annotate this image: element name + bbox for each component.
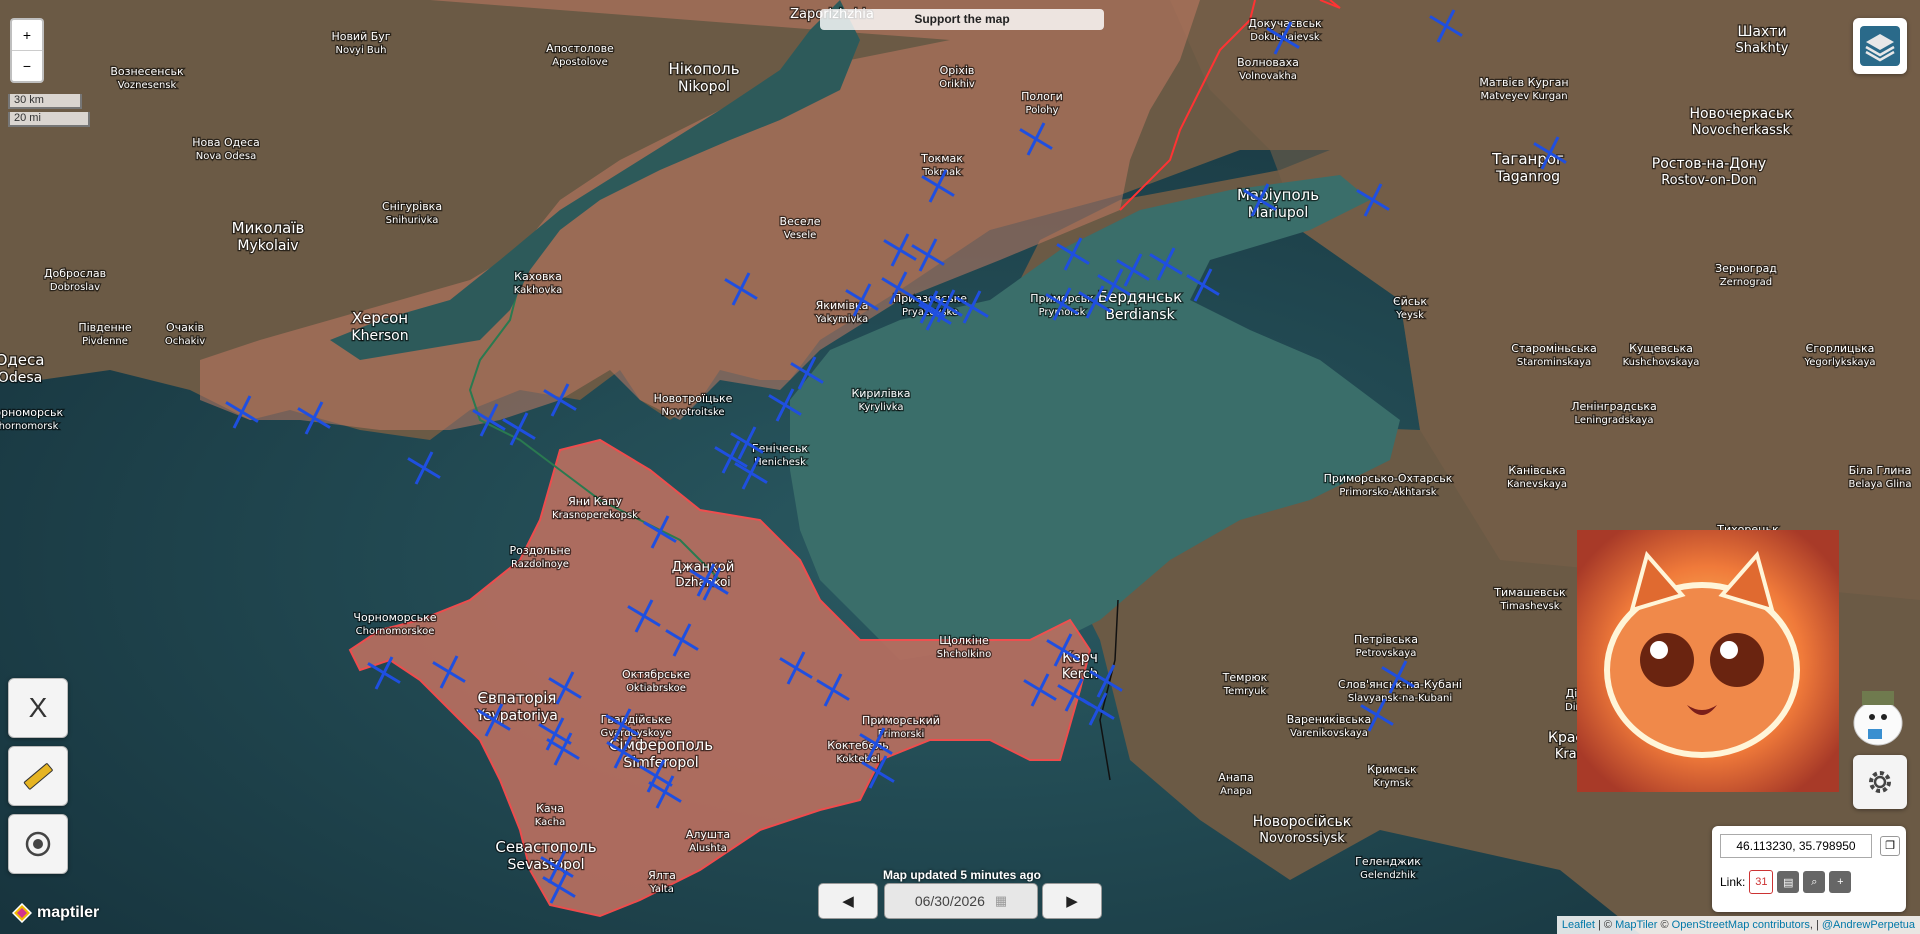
coordinates-input[interactable] bbox=[1720, 834, 1872, 858]
attribution-maptiler-link[interactable]: MapTiler bbox=[1615, 919, 1657, 931]
attribution-sep-3: , | bbox=[1809, 919, 1822, 931]
map-updated-text: Map updated 5 minutes ago bbox=[882, 868, 1041, 882]
x-button[interactable]: X bbox=[8, 678, 68, 738]
arrow-right-icon: ▶ bbox=[1066, 893, 1078, 910]
place-label-mykolaiv: Миколаїв Mykolaiv bbox=[232, 219, 305, 254]
copy-coordinates-button[interactable]: ❐ bbox=[1880, 836, 1900, 856]
prev-date-button[interactable]: ◀ bbox=[818, 883, 878, 919]
place-label-sevastopol: Севастополь Sevastopol bbox=[495, 838, 596, 873]
crosshair-link-button[interactable]: + bbox=[1829, 871, 1852, 893]
clipboard-icon: ❐ bbox=[1885, 840, 1895, 852]
mascot-icon bbox=[1853, 691, 1903, 746]
place-label-nikopol: Нікополь Nikopol bbox=[668, 60, 739, 95]
x-icon: X bbox=[28, 692, 48, 723]
next-date-button[interactable]: ▶ bbox=[1042, 883, 1102, 919]
map-canvas[interactable]: ZaporizhzhiaДокучаєвськDokuchaievskВолно… bbox=[0, 0, 1920, 934]
zoom-control: + − bbox=[10, 18, 44, 83]
crosshair-icon: + bbox=[1837, 876, 1844, 888]
gear-icon bbox=[1869, 771, 1891, 793]
map-icon: ▤ bbox=[1783, 876, 1794, 889]
locate-button[interactable] bbox=[8, 814, 68, 874]
calendar-link-button[interactable]: 31 bbox=[1749, 870, 1774, 894]
place-label-mariupol: Маріуполь Mariupol bbox=[1237, 186, 1319, 221]
link-row: Link: 31 ▤ ⌕ + bbox=[1720, 870, 1852, 894]
layers-icon bbox=[1860, 26, 1900, 66]
place-label-yevpatoria: Євпаторія Yevpatoriya bbox=[475, 689, 558, 724]
zoom-out-button[interactable]: − bbox=[12, 50, 42, 81]
attribution-leaflet-link[interactable]: Leaflet bbox=[1562, 919, 1595, 931]
calendar-icon-small: ▦ bbox=[994, 893, 1008, 908]
locate-icon bbox=[25, 831, 51, 857]
maptiler-logo-text: maptiler bbox=[37, 904, 100, 921]
attribution-osm-link[interactable]: OpenStreetMap contributors bbox=[1672, 919, 1810, 931]
place-label-kherson: Херсон Kherson bbox=[351, 309, 408, 344]
link-label: Link: bbox=[1720, 875, 1746, 889]
attribution-sep-1: | © bbox=[1594, 919, 1616, 931]
layers-button[interactable] bbox=[1853, 18, 1907, 74]
date-picker[interactable]: 06/30/2026 ▦ bbox=[884, 883, 1038, 919]
scale-km: 30 km bbox=[8, 94, 82, 109]
settings-button[interactable] bbox=[1853, 755, 1907, 809]
ruler-icon bbox=[23, 763, 53, 790]
maptiler-logo: maptiler bbox=[12, 903, 99, 923]
cat-avatar-image bbox=[1577, 530, 1839, 792]
magnifier-icon: ⌕ bbox=[1811, 875, 1818, 888]
scale-mi: 20 mi bbox=[8, 112, 90, 127]
zoom-link-button[interactable]: ⌕ bbox=[1803, 871, 1826, 893]
attribution-sep-2: © bbox=[1657, 919, 1672, 931]
attribution-author-link[interactable]: @AndrewPerpetua bbox=[1822, 919, 1915, 931]
calendar-icon: 31 bbox=[1755, 876, 1768, 888]
coordinates-panel: ❐ Link: 31 ▤ ⌕ + bbox=[1712, 826, 1906, 912]
support-map-button[interactable]: Support the map bbox=[820, 9, 1104, 30]
ruler-button[interactable] bbox=[8, 746, 68, 806]
place-label-odesa: Одеса Odesa bbox=[0, 351, 44, 386]
date-value: 06/30/2026 bbox=[914, 893, 985, 909]
attribution: Leaflet | © MapTiler © OpenStreetMap con… bbox=[1556, 916, 1920, 934]
zoom-in-button[interactable]: + bbox=[12, 20, 42, 50]
map-link-button[interactable]: ▤ bbox=[1777, 871, 1800, 893]
arrow-left-icon: ◀ bbox=[842, 893, 854, 910]
maptiler-logo-icon bbox=[12, 903, 32, 923]
